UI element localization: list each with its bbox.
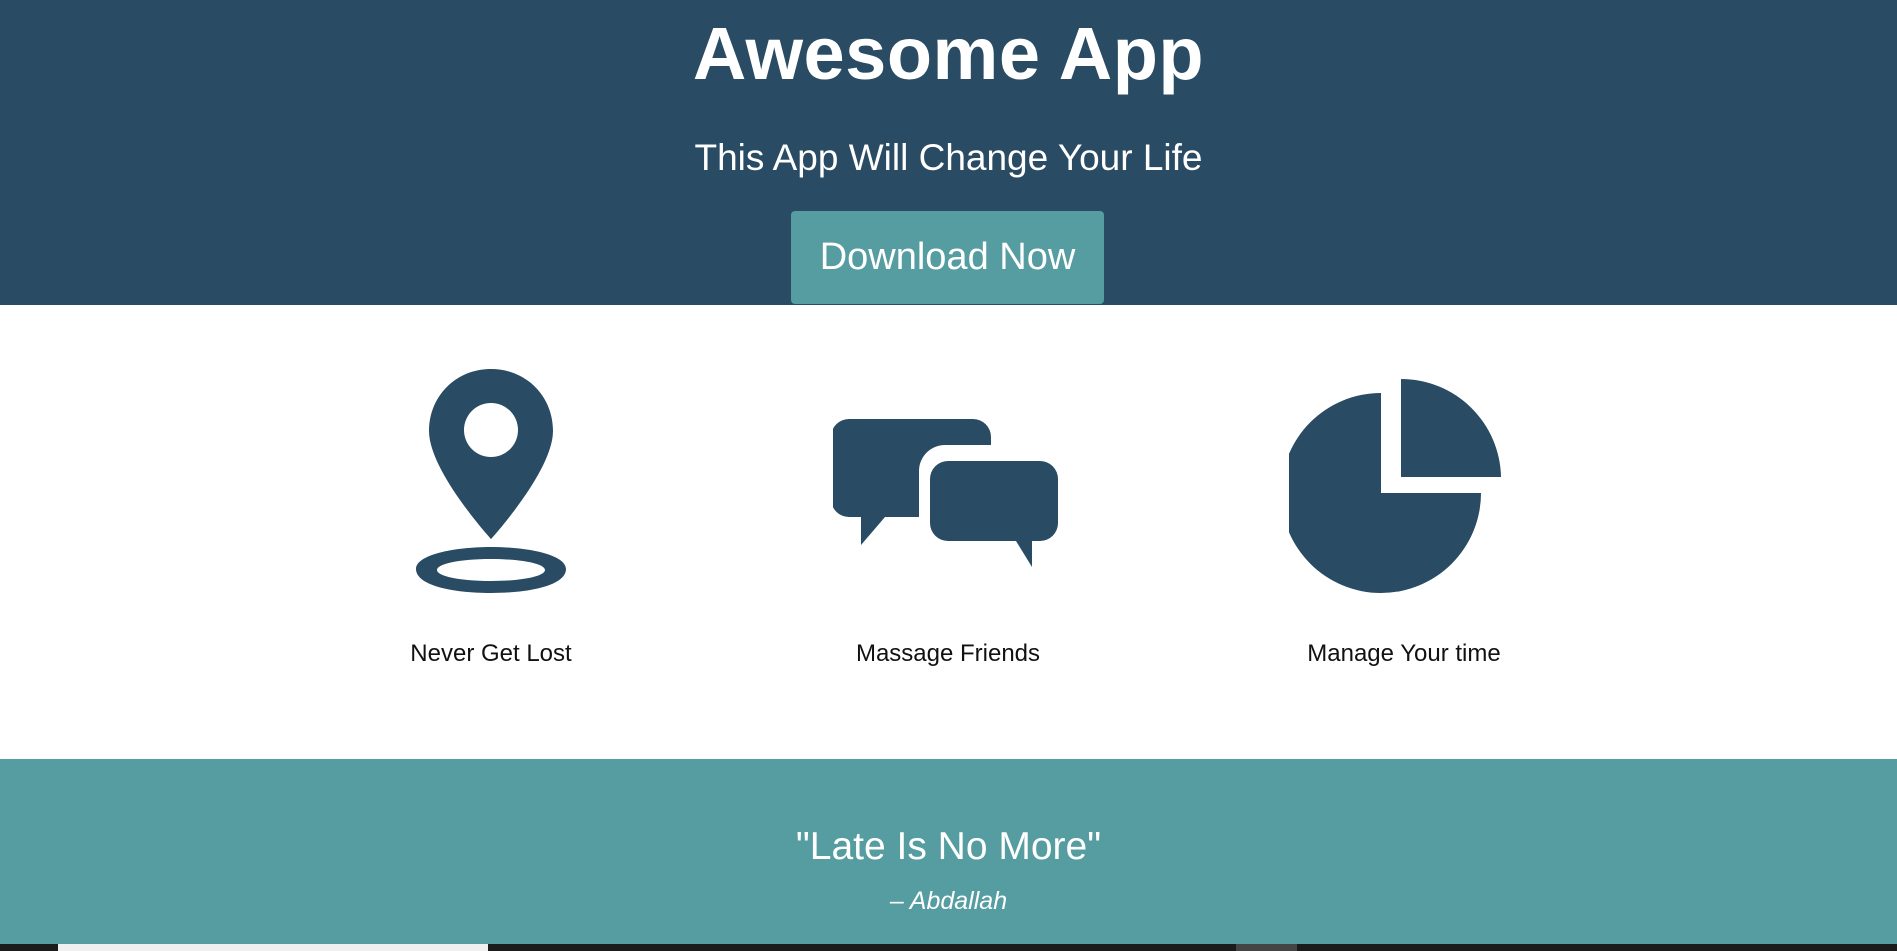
hero-section: Awesome App This App Will Change Your Li… — [0, 0, 1897, 305]
pie-chart-icon — [1214, 365, 1594, 595]
map-pin-icon — [301, 365, 681, 595]
features-section: Never Get Lost Massage Friends Manage Yo… — [0, 305, 1897, 759]
testimonial-quote: "Late Is No More" — [795, 825, 1102, 868]
app-tagline: This App Will Change Your Life — [694, 137, 1203, 178]
testimonial-section: "Late Is No More" – Abdallah — [0, 759, 1897, 944]
feature-manage-your-time: Manage Your time — [1214, 305, 1594, 759]
download-now-button[interactable]: Download Now — [791, 211, 1104, 304]
testimonial-author: – Abdallah — [889, 887, 1008, 915]
app-title: Awesome App — [692, 12, 1205, 95]
taskbar — [0, 944, 1897, 951]
feature-label: Never Get Lost — [410, 640, 572, 667]
feature-label: Manage Your time — [1307, 640, 1501, 667]
feature-never-get-lost: Never Get Lost — [301, 305, 681, 759]
chat-bubbles-icon — [758, 365, 1138, 595]
feature-label: Massage Friends — [855, 640, 1041, 667]
feature-massage-friends: Massage Friends — [758, 305, 1138, 759]
taskbar-indicator[interactable] — [1236, 944, 1297, 951]
taskbar-tab[interactable] — [58, 944, 488, 951]
